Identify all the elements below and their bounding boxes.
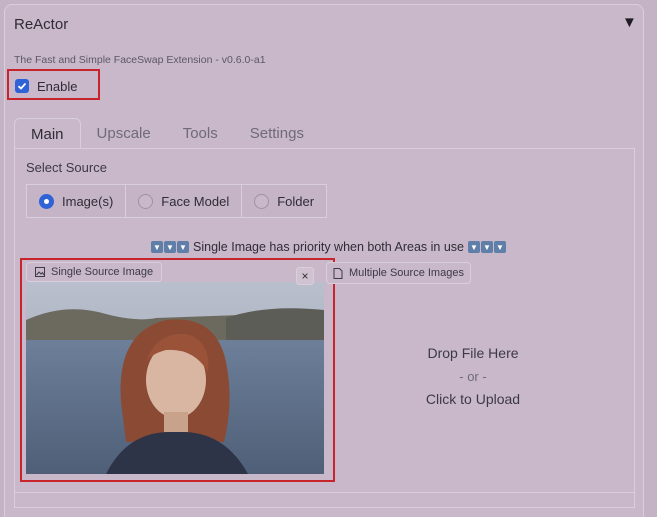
or-text: - or - [459,369,487,384]
extension-subtitle: The Fast and Simple FaceSwap Extension -… [14,54,266,66]
radio-face-model-label: Face Model [161,193,230,209]
radio-dot-icon [254,193,270,209]
enable-label[interactable]: Enable [37,79,77,94]
radio-dot-selected-icon [39,193,54,209]
radio-folder[interactable]: Folder [241,184,328,218]
radio-dot-icon [138,193,154,209]
priority-note-text: Single Image has priority when both Area… [193,240,464,254]
clear-image-button[interactable]: × [296,267,314,285]
file-icon [333,267,343,279]
enable-checkbox[interactable] [15,79,29,93]
radio-images-label: Image(s) [62,193,114,209]
divider [14,492,635,493]
down-arrows-icon: ▼ ▼ ▼ [151,241,189,253]
radio-face-model[interactable]: Face Model [125,184,243,218]
radio-images[interactable]: Image(s) [26,184,127,218]
drop-file-text: Drop File Here [427,345,519,361]
multiple-source-label: Multiple Source Images [326,262,471,284]
multiple-source-dropzone[interactable]: Drop File Here - or - Click to Upload [410,342,536,411]
single-source-label: Single Source Image [26,262,163,282]
image-icon [35,267,45,277]
panel-title[interactable]: ReActor [14,16,68,33]
source-radio-group: Image(s) Face Model Folder [26,184,328,218]
tab-bar: Main Upscale Tools Settings [14,118,320,150]
select-source-label: Select Source [26,160,107,175]
down-arrows-icon: ▼ ▼ ▼ [468,241,506,253]
priority-note: ▼ ▼ ▼ Single Image has priority when both … [0,240,657,254]
radio-folder-label: Folder [277,193,315,209]
single-source-label-text: Single Source Image [51,266,154,278]
tab-tools[interactable]: Tools [167,118,234,150]
source-face-image[interactable] [26,282,324,474]
click-to-upload-text: Click to Upload [425,391,521,407]
check-icon [17,82,27,90]
tab-main[interactable]: Main [14,118,81,150]
multiple-source-label-text: Multiple Source Images [349,267,464,279]
tab-settings[interactable]: Settings [234,118,320,150]
collapse-arrow-icon[interactable]: ▼ [622,14,637,31]
tab-upscale[interactable]: Upscale [81,118,167,150]
